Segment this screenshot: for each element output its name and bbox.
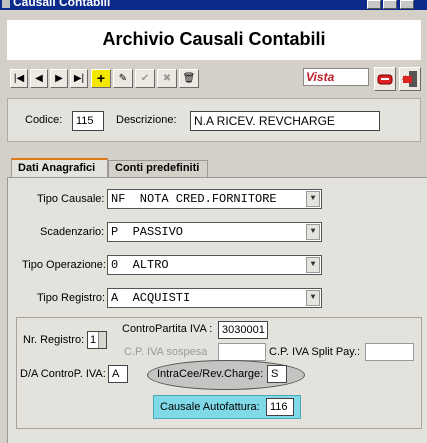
scadenzario-label: Scadenzario: <box>40 226 105 238</box>
tab-conti-predefiniti[interactable]: Conti predefiniti <box>108 160 208 177</box>
intracee-field[interactable]: S <box>267 365 287 383</box>
causale-autofattura-field[interactable]: 116 <box>266 398 294 416</box>
x-icon: ✖ <box>162 73 172 84</box>
checkmark-icon: ✔ <box>140 73 150 84</box>
edit-record-button[interactable]: ✎ <box>113 69 133 88</box>
delete-button[interactable]: 🗑 <box>179 69 199 88</box>
confirm-button[interactable]: ✔ <box>135 69 155 88</box>
page-header: Archivio Causali Contabili <box>7 20 421 60</box>
causale-autofattura-label: Causale Autofattura: <box>160 401 260 413</box>
window-titlebar[interactable]: Causali Contabili <box>0 0 427 10</box>
previous-icon: ◀ <box>35 73 43 84</box>
plus-icon: + <box>96 70 106 86</box>
previous-record-button[interactable]: ◀ <box>30 69 48 88</box>
chevron-down-icon[interactable]: ▼ <box>306 290 320 306</box>
contropartita-field[interactable]: 3030001 <box>218 321 268 339</box>
nr-registro-label: Nr. Registro: <box>23 334 85 346</box>
new-record-button[interactable]: + <box>91 69 111 88</box>
first-icon: |◀ <box>13 73 25 84</box>
tipo-registro-label: Tipo Registro: <box>37 292 106 304</box>
cancel-button[interactable]: ✖ <box>157 69 177 88</box>
da-contro-label: D/A ControP. IVA: <box>20 368 106 380</box>
printer-icon <box>377 74 393 85</box>
descrizione-field[interactable]: N.A RICEV. REVCHARGE <box>190 111 380 131</box>
mode-indicator: Vista <box>303 68 369 86</box>
da-contro-field[interactable]: A <box>108 365 128 383</box>
tipo-causale-select[interactable]: NF NOTA CRED.FORNITORE ▼ <box>107 189 322 209</box>
chevron-down-icon[interactable]: ▼ <box>306 257 320 273</box>
next-record-button[interactable]: ▶ <box>50 69 68 88</box>
print-button[interactable] <box>374 67 396 91</box>
descrizione-label: Descrizione: <box>116 114 177 126</box>
scadenzario-select[interactable]: P PASSIVO ▼ <box>107 222 322 242</box>
chevron-down-icon[interactable]: ▼ <box>306 191 320 207</box>
tipo-causale-value: NF NOTA CRED.FORNITORE <box>111 192 277 206</box>
window-title: Causali Contabili <box>13 0 111 9</box>
tipo-operazione-value: 0 ALTRO <box>111 258 169 272</box>
app-icon <box>2 0 10 8</box>
contropartita-label: ControPartita IVA : <box>122 323 213 335</box>
intracee-label: IntraCee/Rev.Charge: <box>157 368 264 380</box>
first-record-button[interactable]: |◀ <box>10 69 28 88</box>
exit-button[interactable] <box>399 67 421 91</box>
minimize-button[interactable] <box>367 0 381 9</box>
cp-iva-split-label: C.P. IVA Split Pay.: <box>269 346 361 358</box>
edit-icon: ✎ <box>118 73 128 84</box>
next-icon: ▶ <box>55 73 63 84</box>
last-icon: ▶| <box>73 73 85 84</box>
tipo-registro-value: A ACQUISTI <box>111 291 191 305</box>
maximize-button[interactable] <box>383 0 397 9</box>
spinner-arrows-icon[interactable] <box>98 332 106 348</box>
tipo-causale-label: Tipo Causale: <box>37 193 105 205</box>
tipo-operazione-select[interactable]: 0 ALTRO ▼ <box>107 255 322 275</box>
exit-door-icon <box>402 71 417 87</box>
cp-iva-sospesa-label: C.P. IVA sospesa <box>124 346 208 358</box>
trash-icon: 🗑 <box>182 73 196 84</box>
nr-registro-value: 1 <box>90 334 97 346</box>
chevron-down-icon[interactable]: ▼ <box>306 224 320 240</box>
last-record-button[interactable]: ▶| <box>70 69 88 88</box>
close-button[interactable] <box>400 0 414 9</box>
codice-field[interactable]: 115 <box>72 111 104 131</box>
tipo-operazione-label: Tipo Operazione: <box>22 259 106 271</box>
page-title: Archivio Causali Contabili <box>102 29 326 49</box>
scadenzario-value: P PASSIVO <box>111 225 184 239</box>
cp-iva-split-field[interactable] <box>365 343 414 361</box>
cp-iva-sospesa-field[interactable] <box>218 343 266 361</box>
nr-registro-spinner[interactable]: 1 <box>87 331 107 349</box>
codice-label: Codice: <box>25 114 63 126</box>
tab-dati-anagrafici[interactable]: Dati Anagrafici <box>11 158 108 178</box>
tipo-registro-select[interactable]: A ACQUISTI ▼ <box>107 288 322 308</box>
